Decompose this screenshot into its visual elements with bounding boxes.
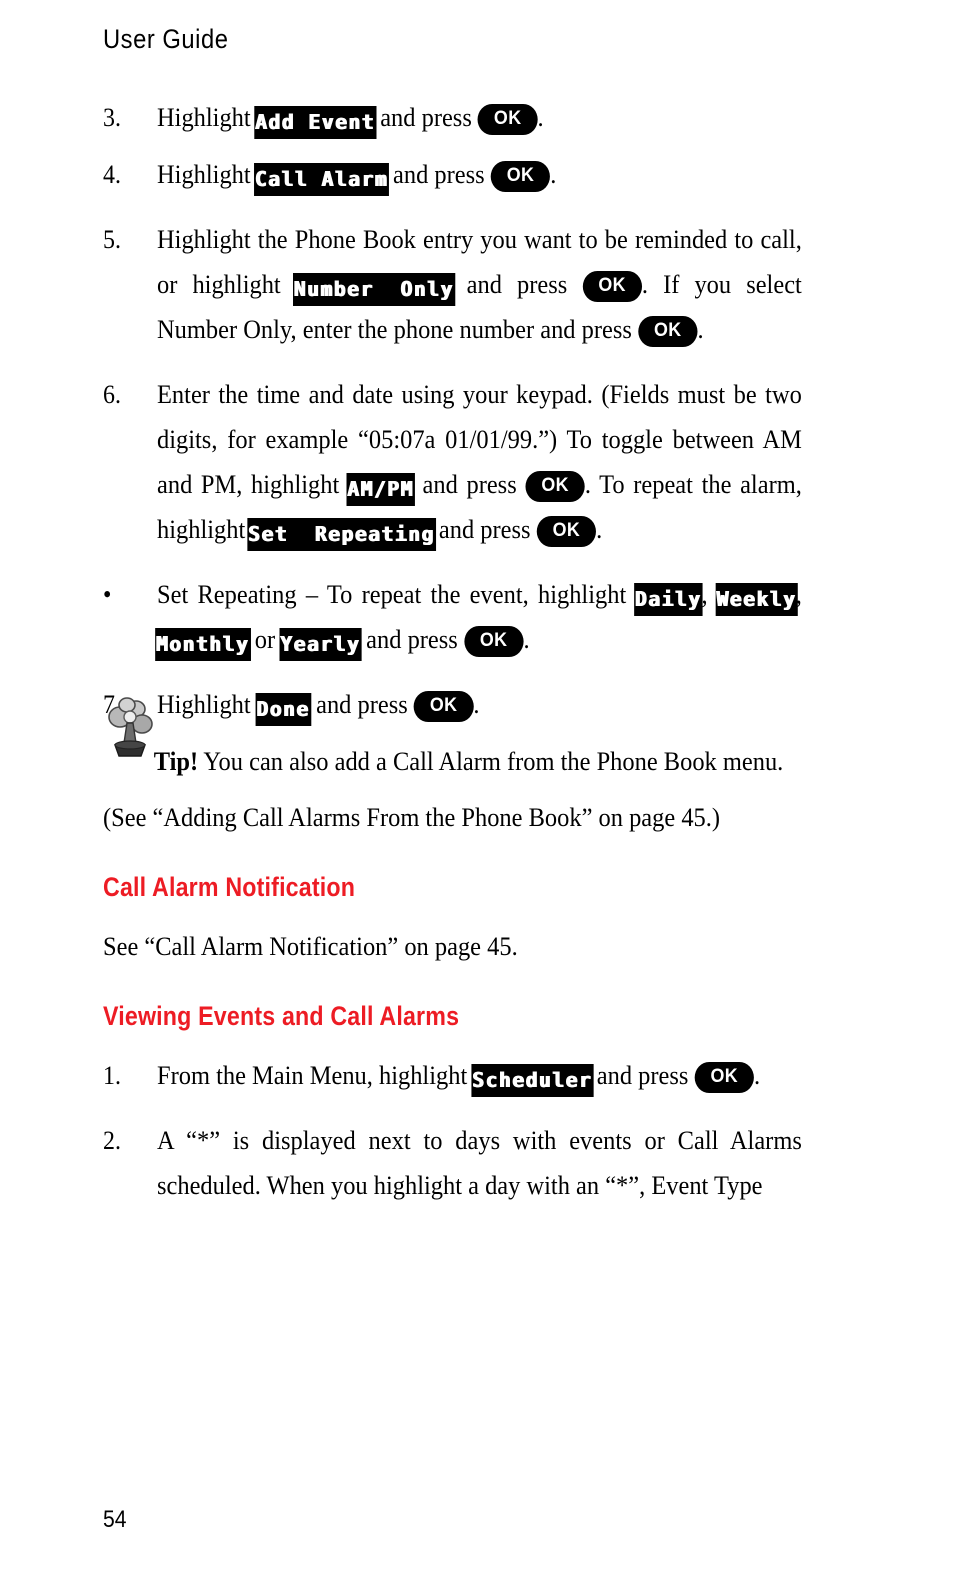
lcd-menu-label: Scheduler	[471, 1064, 593, 1097]
list-item: 5. Highlight the Phone Book entry you wa…	[103, 217, 843, 352]
lcd-menu-label: Call Alarm	[254, 163, 390, 196]
ok-key-glyph: OK	[694, 1062, 755, 1093]
step-5-text: Highlight the Phone Book entry you want …	[157, 217, 802, 352]
ok-key-glyph: OK	[536, 516, 597, 547]
page-content: 3. Highlight Add Event and press OK. 4. …	[103, 95, 843, 1208]
step-6-text: Enter the time and date using your keypa…	[157, 372, 802, 552]
list-item: 2. A “*” is displayed next to days with …	[103, 1118, 843, 1208]
page-number: 54	[103, 1506, 127, 1533]
viewing-step-2-text: A “*” is displayed next to days with eve…	[157, 1126, 802, 1200]
list-marker: 1.	[103, 1061, 121, 1090]
viewing-step-1-text: From the Main Menu, highlight Scheduler …	[157, 1053, 802, 1098]
ok-key-glyph: OK	[490, 161, 551, 192]
step-7-text: Highlight Done and press OK.	[157, 682, 802, 727]
lcd-menu-label: AM/PM	[346, 473, 416, 506]
ok-key-glyph: OK	[463, 626, 524, 657]
lcd-menu-label: Set Repeating	[247, 518, 437, 551]
list-item: 7. Highlight Done and press OK.	[103, 682, 843, 727]
lcd-menu-label: Yearly	[279, 628, 362, 661]
ok-key-glyph: OK	[413, 691, 474, 722]
ok-key-glyph: OK	[477, 104, 538, 135]
lcd-menu-label: Done	[255, 693, 312, 726]
list-marker: 5.	[103, 225, 121, 254]
call-alarm-notification-body: See “Call Alarm Notification” on page 45…	[103, 932, 518, 961]
tip-text: Tip! You can also add a Call Alarm from …	[103, 739, 891, 784]
bullet-marker: •	[103, 580, 112, 609]
document-page: User Guide 3. Highlight Add Event and pr…	[0, 0, 954, 1590]
list-marker: 3.	[103, 103, 121, 132]
list-marker: 4.	[103, 160, 121, 189]
list-item: • Set Repeating – To repeat the event, h…	[103, 572, 843, 662]
ok-key-glyph: OK	[637, 316, 698, 347]
tip-block: Tip! You can also add a Call Alarm from …	[103, 697, 843, 795]
list-marker: 2.	[103, 1126, 121, 1155]
tip-body-text: You can also add a Call Alarm from the P…	[198, 747, 784, 776]
lcd-menu-label: Number Only	[292, 273, 455, 306]
list-item: 3. Highlight Add Event and press OK.	[103, 95, 843, 140]
ok-key-glyph: OK	[582, 271, 642, 302]
list-item: 1. From the Main Menu, highlight Schedul…	[103, 1053, 843, 1098]
step-3-text: Highlight Add Event and press OK.	[157, 95, 802, 140]
list-marker: 6.	[103, 380, 121, 409]
ok-key-glyph: OK	[525, 471, 585, 502]
lcd-menu-label: Weekly	[715, 583, 798, 616]
running-header-title: User Guide	[103, 24, 229, 54]
lcd-menu-label: Daily	[634, 583, 703, 616]
section-heading-viewing-events: Viewing Events and Call Alarms	[103, 1001, 460, 1031]
list-item: 4. Highlight Call Alarm and press OK.	[103, 152, 843, 197]
lcd-menu-label: Monthly	[155, 628, 251, 661]
tip-cross-reference: (See “Adding Call Alarms From the Phone …	[103, 803, 721, 832]
set-repeating-bullet-text: Set Repeating – To repeat the event, hig…	[155, 572, 802, 662]
lcd-menu-label: Add Event	[254, 106, 377, 139]
section-heading-call-alarm-notification: Call Alarm Notification	[103, 872, 356, 902]
list-item: 6. Enter the time and date using your ke…	[103, 372, 843, 552]
tip-lead-label: Tip!	[153, 747, 199, 776]
step-4-text: Highlight Call Alarm and press OK.	[157, 152, 802, 197]
